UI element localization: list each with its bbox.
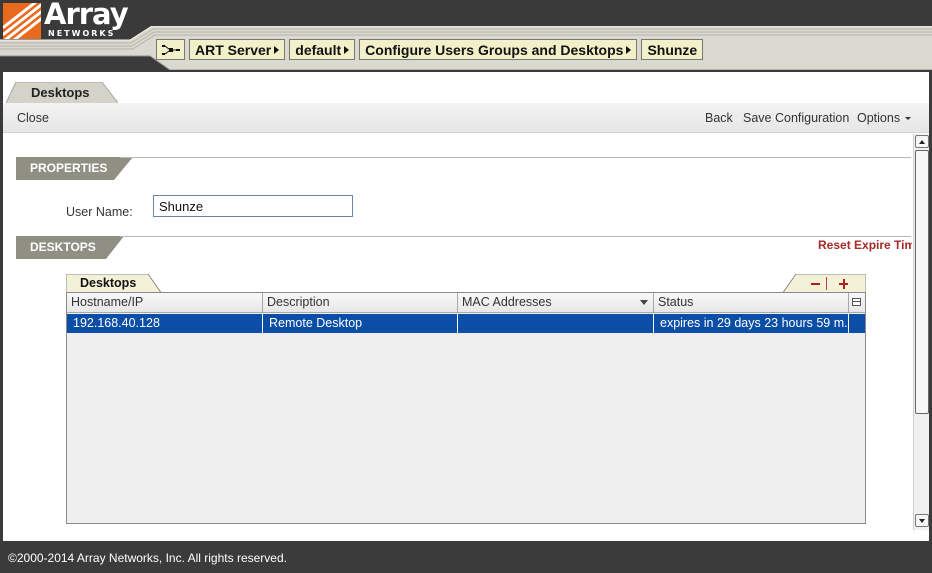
- copyright-text: ©2000-2014 Array Networks, Inc. All righ…: [8, 551, 287, 565]
- grid-tab-desktops[interactable]: Desktops: [66, 274, 162, 294]
- grid-tab-label: Desktops: [80, 276, 137, 290]
- desktops-section-header: DESKTOPS: [16, 236, 911, 259]
- grid-tools: [782, 274, 866, 294]
- content-area: PROPERTIES User Name: DESKTOPS Reset Exp…: [3, 134, 912, 541]
- column-header-status[interactable]: Status: [654, 293, 849, 313]
- scroll-up-icon[interactable]: [915, 135, 929, 148]
- breadcrumb-label: default: [295, 41, 342, 58]
- section-title: DESKTOPS: [30, 240, 96, 254]
- column-header-mac[interactable]: MAC Addresses: [458, 293, 654, 313]
- column-chooser-button[interactable]: [849, 293, 865, 313]
- footer: ©2000-2014 Array Networks, Inc. All righ…: [0, 541, 932, 573]
- main-panel: Desktops Close Back Save Configuration O…: [3, 72, 929, 541]
- grid-tab-row: Desktops: [66, 274, 866, 294]
- sort-caret-icon: [640, 300, 648, 305]
- breadcrumb-shunze[interactable]: Shunze: [641, 39, 704, 60]
- scrollbar-thumb[interactable]: [915, 150, 929, 414]
- tools-separator: [826, 277, 827, 290]
- cell-hostname: 192.168.40.128: [67, 314, 263, 333]
- cell-description: Remote Desktop: [263, 314, 458, 333]
- breadcrumb-arrow-icon: [274, 45, 280, 54]
- vertical-scrollbar[interactable]: [913, 134, 929, 530]
- save-configuration-button[interactable]: Save Configuration: [743, 111, 849, 125]
- close-button[interactable]: Close: [17, 111, 49, 125]
- section-divider: [120, 236, 911, 237]
- cell-mac: [458, 314, 654, 333]
- scroll-down-icon[interactable]: [915, 514, 929, 527]
- back-button[interactable]: Back: [705, 111, 733, 125]
- breadcrumb-arrow-icon: [626, 45, 632, 54]
- reset-expire-time-link[interactable]: Reset Expire Tim: [818, 238, 912, 252]
- desktops-grid: Hostname/IP Description MAC Addresses St…: [66, 292, 866, 524]
- remove-desktop-button[interactable]: [808, 276, 824, 292]
- section-divider: [120, 157, 911, 158]
- table-row[interactable]: 192.168.40.128 Remote Desktop expires in…: [67, 314, 865, 333]
- options-label: Options: [857, 111, 901, 125]
- column-chooser-icon: [852, 298, 861, 306]
- breadcrumb-art-server[interactable]: ART Server: [189, 39, 286, 60]
- breadcrumb-label: ART Server: [195, 41, 272, 58]
- breadcrumb-label: Shunze: [647, 41, 698, 58]
- caret-down-icon: [905, 117, 912, 121]
- column-header-hostname[interactable]: Hostname/IP: [67, 293, 263, 313]
- breadcrumb-arrow-icon: [344, 45, 350, 54]
- breadcrumb-configure-users[interactable]: Configure Users Groups and Desktops: [359, 39, 638, 60]
- network-tree-icon: [161, 44, 180, 55]
- column-header-description[interactable]: Description: [263, 293, 458, 313]
- username-input[interactable]: [153, 195, 353, 217]
- top-header: Array NETWORKS ART Server default Config…: [0, 0, 932, 70]
- breadcrumb: ART Server default Configure Users Group…: [156, 39, 704, 60]
- breadcrumb-default[interactable]: default: [289, 39, 356, 60]
- section-title: PROPERTIES: [30, 161, 108, 175]
- main-tab-row: Desktops: [3, 72, 929, 103]
- breadcrumb-label: Configure Users Groups and Desktops: [365, 41, 624, 58]
- tab-desktops[interactable]: Desktops: [6, 82, 118, 103]
- breadcrumb-network-button[interactable]: [156, 39, 185, 60]
- tab-label: Desktops: [31, 85, 90, 100]
- options-menu-button[interactable]: Options: [857, 111, 912, 125]
- column-header-label: MAC Addresses: [462, 295, 552, 309]
- properties-section-header: PROPERTIES: [16, 157, 911, 180]
- toolbar: Close Back Save Configuration Options: [3, 103, 929, 133]
- username-label: User Name:: [66, 205, 133, 219]
- cell-status: expires in 29 days 23 hours 59 m...: [654, 314, 849, 333]
- add-desktop-button[interactable]: [836, 276, 852, 292]
- grid-header: Hostname/IP Description MAC Addresses St…: [67, 293, 865, 313]
